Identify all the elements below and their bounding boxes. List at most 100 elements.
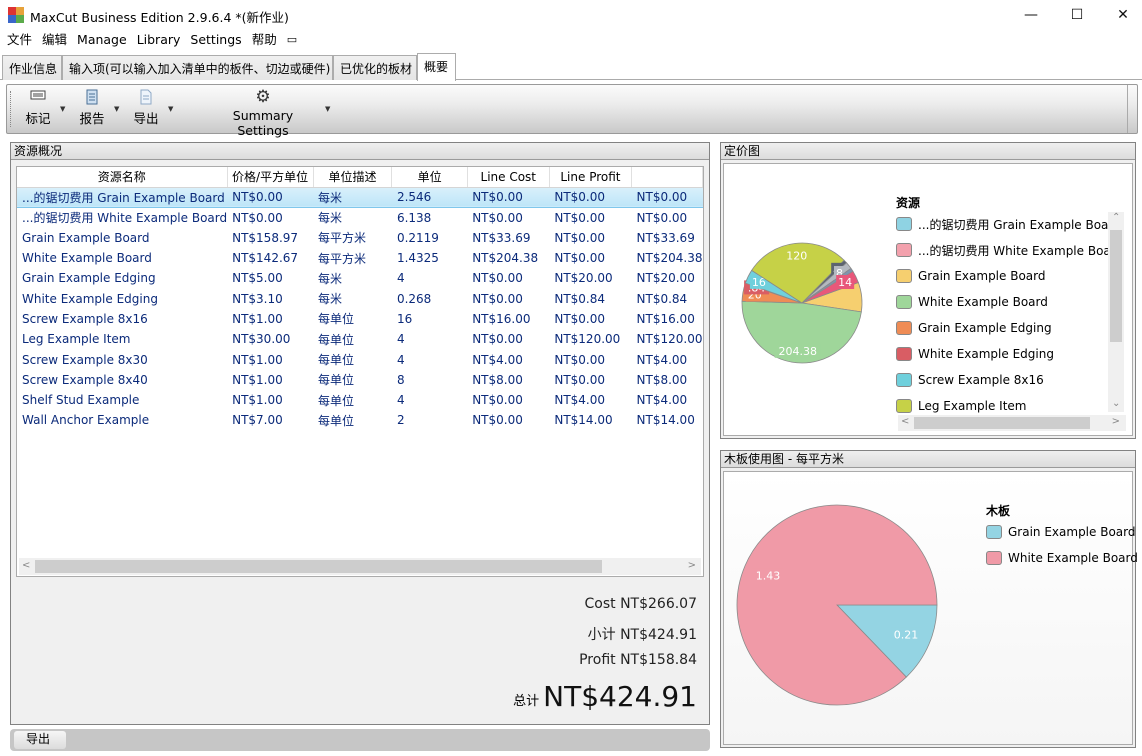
toolbar-overflow[interactable] xyxy=(1127,85,1137,133)
table-cell: NT$8.00 xyxy=(472,372,523,387)
table-row[interactable]: White Example Board NT$142.67 每平方米 1.4325 NT… xyxy=(17,248,703,268)
summary-settings-text: Summary Settings xyxy=(232,108,294,138)
table-cell: NT$33.69 xyxy=(472,230,531,245)
table-cell: White Example Edging xyxy=(22,291,158,306)
table-row[interactable]: White Example Edging NT$3.10 每米 0.268 NT$0.0… xyxy=(17,288,703,308)
menu-display-icon[interactable]: ▭ xyxy=(282,31,302,49)
pie-data-label: 0.21 xyxy=(890,627,923,642)
table-row[interactable]: Screw Example 8x40 NT$1.00 每单位 8 NT$8.00 NT$0… xyxy=(17,370,703,390)
table-cell: Screw Example 8x40 xyxy=(22,372,148,387)
column-header[interactable]: 单位 xyxy=(391,167,468,188)
column-header[interactable]: Line Cost xyxy=(467,167,550,188)
bottom-export-button[interactable]: 导出 xyxy=(14,731,66,749)
table-row[interactable]: Grain Example Board NT$158.97 每平方米 0.2119 NT… xyxy=(17,228,703,248)
board-usage-title: 木板使用图 - 每平方米 xyxy=(721,451,1135,468)
report-dropdown-arrow-icon[interactable]: ▼ xyxy=(114,105,119,113)
table-cell: NT$1.00 xyxy=(232,352,283,367)
table-row[interactable]: ...的锯切费用 Grain Example Board NT$0.00 每米 2.5… xyxy=(17,186,703,208)
table-cell: NT$1.00 xyxy=(232,311,283,326)
table-cell: 4 xyxy=(396,271,405,286)
horizontal-scrollbar[interactable]: < > xyxy=(19,558,701,575)
tab-summary[interactable]: 概要 xyxy=(417,53,456,81)
scrollbar-thumb[interactable] xyxy=(35,560,602,573)
board-usage-pie-chart: 0.21 1.43 xyxy=(736,504,938,706)
pricing-legend-title: 资源 xyxy=(896,196,921,210)
legend-label: Leg Example Item xyxy=(918,399,1027,413)
board-usage-chart-area: 0.21 1.43 木板 Grain Example Board White Exa… xyxy=(723,471,1138,745)
table-cell: NT$0.00 xyxy=(472,332,523,347)
export-button[interactable]: 导出 xyxy=(129,89,163,127)
table-cell: NT$0.00 xyxy=(472,210,523,225)
menu-manage[interactable]: Manage xyxy=(72,31,132,49)
menu-help[interactable]: 帮助 xyxy=(247,31,282,49)
pricing-legend-vscrollbar[interactable]: ⌃ ⌄ xyxy=(1108,212,1124,412)
legend-scroll-left-icon[interactable]: < xyxy=(901,416,909,427)
legend-vscroll-thumb[interactable] xyxy=(1110,230,1122,342)
column-header[interactable]: 单位描述 xyxy=(313,167,393,188)
scroll-left-icon[interactable]: < xyxy=(22,560,30,571)
table-cell: 16 xyxy=(396,311,413,326)
label-dropdown-arrow-icon[interactable]: ▼ xyxy=(60,105,65,113)
table-cell: NT$8.00 xyxy=(636,372,688,387)
resources-grid: 资源名称 价格/平方单位 单位描述 单位 Line Cost Line Profit ..… xyxy=(16,166,704,577)
column-header[interactable]: 价格/平方单位 xyxy=(227,167,314,188)
app-window: MaxCut Business Edition 2.9.6.4 *(新作业) —… xyxy=(0,0,1142,756)
legend-hscroll-thumb[interactable] xyxy=(914,417,1090,429)
legend-scroll-up-icon[interactable]: ⌃ xyxy=(1112,212,1120,223)
tab-job-info[interactable]: 作业信息 xyxy=(2,55,62,80)
board-usage-panel: 木板使用图 - 每平方米 0.21 1.43 木板 Grain Example B… xyxy=(720,450,1138,748)
summary-settings-button[interactable]: ⚙ Summary Settings xyxy=(207,87,319,139)
legend-label: White Example Edging xyxy=(918,347,1054,361)
toolbar: 标记 ▼ 报告 ▼ 导出 ▼ ⚙ Summary Settings ▼ xyxy=(6,84,1138,138)
column-header[interactable] xyxy=(631,167,703,188)
legend-item: Grain Example Edging xyxy=(896,318,1052,338)
legend-scroll-right-icon[interactable]: > xyxy=(1112,416,1120,427)
label-button[interactable]: 标记 xyxy=(21,89,55,127)
report-button[interactable]: 报告 xyxy=(75,89,109,127)
export-dropdown-arrow-icon[interactable]: ▼ xyxy=(168,105,173,113)
table-cell: 每单位 xyxy=(318,353,355,368)
menu-edit[interactable]: 编辑 xyxy=(37,31,72,49)
menu-library[interactable]: Library xyxy=(132,31,186,49)
table-row[interactable]: Leg Example Item NT$30.00 每单位 4 NT$0.00 NT$12… xyxy=(17,329,703,349)
tab-optimized-sheets[interactable]: 已优化的板材 xyxy=(333,55,417,80)
total-cost: Cost NT$266.07 xyxy=(584,596,698,612)
table-cell: NT$3.10 xyxy=(232,291,283,306)
table-row[interactable]: Shelf Stud Example NT$1.00 每单位 4 NT$0.00 NT$4… xyxy=(17,390,703,410)
table-row[interactable]: Grain Example Edging NT$5.00 每米 4 NT$0.00 NT$… xyxy=(17,268,703,288)
resources-panel-title: 资源概况 xyxy=(11,143,709,160)
table-cell: 每单位 xyxy=(318,413,355,428)
svg-text:120: 120 xyxy=(786,249,807,262)
table-cell: NT$204.38 xyxy=(636,251,703,266)
minimize-button[interactable]: — xyxy=(1008,0,1054,30)
table-row[interactable]: Screw Example 8x30 NT$1.00 每单位 4 NT$4.00 NT$0… xyxy=(17,349,703,369)
column-header[interactable]: Line Profit xyxy=(549,167,633,188)
table-cell: 8 xyxy=(396,372,405,387)
table-cell: NT$20.00 xyxy=(554,271,613,286)
table-cell: NT$4.00 xyxy=(472,352,523,367)
table-cell: ...的锯切费用 White Example Board xyxy=(22,211,228,226)
svg-text:14: 14 xyxy=(838,276,852,289)
summary-settings-dropdown-arrow-icon[interactable]: ▼ xyxy=(325,105,330,113)
menu-settings[interactable]: Settings xyxy=(185,31,246,49)
scroll-right-icon[interactable]: > xyxy=(688,560,696,571)
window-title: MaxCut Business Edition 2.9.6.4 *(新作业) xyxy=(30,10,289,25)
table-cell: NT$0.00 xyxy=(472,413,523,428)
table-cell: NT$7.00 xyxy=(232,413,283,428)
table-row[interactable]: ...的锯切费用 White Example Board NT$0.00 每米 6.1… xyxy=(17,207,703,227)
gear-icon: ⚙ xyxy=(255,87,271,107)
table-row[interactable]: Wall Anchor Example NT$7.00 每单位 2 NT$0.00 NT$… xyxy=(17,410,703,430)
table-cell: NT$4.00 xyxy=(636,352,688,367)
table-cell: 每平方米 xyxy=(318,231,367,246)
legend-scroll-down-icon[interactable]: ⌄ xyxy=(1112,398,1120,409)
close-button[interactable]: ✕ xyxy=(1100,0,1142,30)
tab-input-items[interactable]: 输入项(可以输入加入清单中的板件、切边或硬件) xyxy=(62,55,333,80)
export-button-text: 导出 xyxy=(133,111,159,126)
table-row[interactable]: Screw Example 8x16 NT$1.00 每单位 16 NT$16.00 NT… xyxy=(17,309,703,329)
maximize-button[interactable]: ☐ xyxy=(1054,0,1100,30)
menu-file[interactable]: 文件 xyxy=(2,31,37,49)
pricing-legend-hscrollbar[interactable]: < > xyxy=(898,415,1126,431)
toolbar-grip[interactable] xyxy=(10,91,12,127)
column-header[interactable]: 资源名称 xyxy=(17,167,228,188)
report-icon xyxy=(75,89,109,105)
